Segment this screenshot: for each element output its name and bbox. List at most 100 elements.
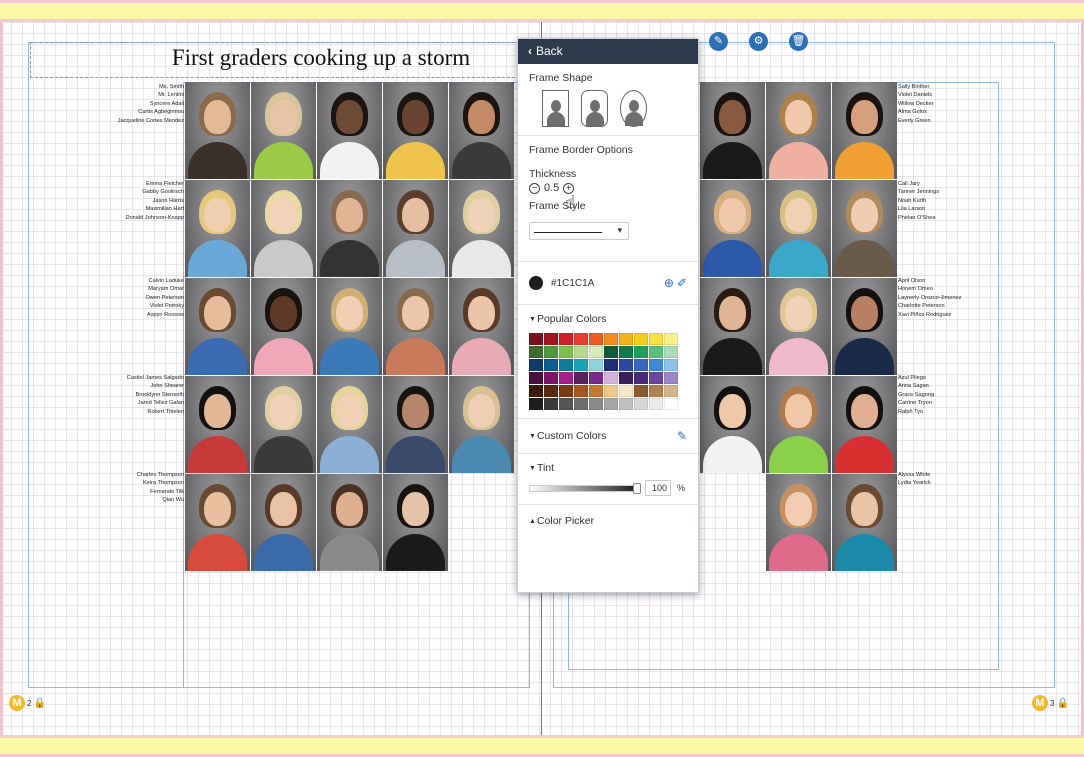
pencil-icon[interactable]: ✎ — [677, 429, 687, 443]
student-portrait[interactable] — [700, 82, 765, 179]
student-portrait[interactable] — [317, 278, 382, 375]
color-swatch[interactable] — [634, 333, 648, 345]
student-portrait[interactable] — [383, 82, 448, 179]
color-swatch[interactable] — [634, 385, 648, 397]
title-text-box[interactable]: First graders cooking up a storm — [30, 42, 530, 78]
student-portrait[interactable] — [317, 180, 382, 277]
color-swatch[interactable] — [544, 333, 558, 345]
color-swatch[interactable] — [649, 333, 663, 345]
color-swatch[interactable] — [559, 346, 573, 358]
name-block[interactable]: Charles Thompson Keira Thompson Fernando T… — [84, 471, 184, 505]
student-portrait[interactable] — [700, 278, 765, 375]
gear-icon[interactable]: ⚙ — [749, 32, 768, 51]
name-block[interactable]: Cali Jary Tanner Jennings Noah Kurth Lila L… — [898, 180, 998, 222]
color-swatch[interactable] — [559, 398, 573, 410]
color-swatch[interactable] — [589, 359, 603, 371]
name-block[interactable]: Ms. Smith Mr. Lentini Syncere Adali Curtis … — [84, 83, 184, 125]
master-page-badge[interactable]: M — [1032, 695, 1048, 711]
color-swatch[interactable] — [604, 333, 618, 345]
back-button[interactable]: ‹ Back — [518, 39, 698, 64]
student-portrait[interactable] — [832, 474, 897, 571]
color-swatch[interactable] — [589, 372, 603, 384]
name-block[interactable]: Emma Fletcher Gabby Goolirsch Jason Harris… — [84, 180, 184, 222]
lock-icon[interactable]: 🔒 — [1056, 698, 1068, 709]
student-portrait[interactable] — [832, 376, 897, 473]
color-picker-toggle[interactable]: ▲ Color Picker — [529, 515, 687, 527]
student-portrait[interactable] — [185, 278, 250, 375]
color-swatch[interactable] — [619, 346, 633, 358]
student-portrait[interactable] — [449, 180, 514, 277]
student-portrait[interactable] — [317, 474, 382, 571]
color-swatch[interactable] — [544, 385, 558, 397]
color-swatch[interactable] — [649, 346, 663, 358]
color-swatch[interactable] — [604, 398, 618, 410]
page-title[interactable]: First graders cooking up a storm — [31, 45, 529, 71]
color-swatch[interactable] — [589, 346, 603, 358]
student-portrait[interactable] — [251, 278, 316, 375]
color-swatch[interactable] — [574, 372, 588, 384]
color-swatch[interactable] — [529, 398, 543, 410]
color-swatch[interactable] — [574, 385, 588, 397]
master-page-badge[interactable]: M — [9, 695, 25, 711]
frame-style-select[interactable]: ▾ — [529, 222, 629, 240]
student-portrait[interactable] — [449, 82, 514, 179]
color-swatch[interactable] — [559, 385, 573, 397]
lock-icon[interactable]: 🔒 — [33, 698, 45, 709]
student-portrait[interactable] — [251, 376, 316, 473]
student-portrait[interactable] — [317, 82, 382, 179]
color-swatch[interactable] — [649, 398, 663, 410]
color-swatch[interactable] — [634, 372, 648, 384]
add-color-icon[interactable]: ⊕ — [664, 276, 674, 290]
name-block[interactable]: April Olson Honem Omeo Laynerly Orozco-Jim… — [898, 277, 998, 319]
popular-colors-toggle[interactable]: ▼ Popular Colors — [529, 313, 687, 325]
name-block[interactable]: Azul Pliego Anna Sagan Grace Sagong Carrine… — [898, 374, 998, 416]
student-portrait[interactable] — [700, 180, 765, 277]
tint-input[interactable]: 100 — [645, 480, 671, 496]
color-swatch[interactable] — [649, 372, 663, 384]
student-portrait[interactable] — [185, 180, 250, 277]
square-frame-option[interactable] — [542, 90, 569, 127]
trash-icon[interactable]: 🗑 — [789, 32, 808, 51]
color-swatch[interactable] — [544, 398, 558, 410]
color-swatch[interactable] — [574, 346, 588, 358]
student-portrait[interactable] — [832, 180, 897, 277]
student-portrait[interactable] — [251, 82, 316, 179]
name-block[interactable]: Sally Binther Violet Daniels Willow Decker… — [898, 83, 998, 125]
color-swatch[interactable] — [619, 398, 633, 410]
color-swatch[interactable] — [589, 333, 603, 345]
student-portrait[interactable] — [766, 180, 831, 277]
color-swatch[interactable] — [619, 333, 633, 345]
student-portrait[interactable] — [449, 376, 514, 473]
name-block[interactable]: Alyssa White Lydia Yearick — [898, 471, 998, 488]
student-portrait[interactable] — [185, 474, 250, 571]
custom-colors-toggle[interactable]: ▼ Custom Colors ✎ — [529, 429, 687, 443]
color-swatch[interactable] — [589, 385, 603, 397]
color-swatch[interactable] — [664, 359, 678, 371]
student-portrait[interactable] — [185, 82, 250, 179]
color-swatch[interactable] — [619, 385, 633, 397]
color-swatch[interactable] — [604, 385, 618, 397]
color-swatch[interactable] — [574, 359, 588, 371]
color-swatch[interactable] — [544, 372, 558, 384]
student-portrait[interactable] — [832, 82, 897, 179]
color-swatch[interactable] — [649, 359, 663, 371]
color-swatch[interactable] — [559, 372, 573, 384]
color-swatch[interactable] — [529, 385, 543, 397]
color-swatch[interactable] — [544, 346, 558, 358]
color-swatch[interactable] — [544, 359, 558, 371]
color-swatch[interactable] — [664, 372, 678, 384]
color-swatch[interactable] — [664, 385, 678, 397]
color-swatch[interactable] — [664, 346, 678, 358]
student-portrait[interactable] — [383, 474, 448, 571]
color-swatch[interactable] — [634, 398, 648, 410]
color-swatch[interactable] — [589, 398, 603, 410]
color-swatch[interactable] — [574, 333, 588, 345]
name-block[interactable]: Calvin Laduke Maryam Omar Owen Peterson Vio… — [84, 277, 184, 319]
student-portrait[interactable] — [766, 278, 831, 375]
left-photo-panel[interactable] — [185, 82, 514, 571]
color-swatch[interactable] — [604, 372, 618, 384]
color-swatch[interactable] — [604, 346, 618, 358]
rounded-frame-option[interactable] — [581, 90, 608, 127]
student-portrait[interactable] — [449, 278, 514, 375]
color-swatch[interactable] — [649, 385, 663, 397]
